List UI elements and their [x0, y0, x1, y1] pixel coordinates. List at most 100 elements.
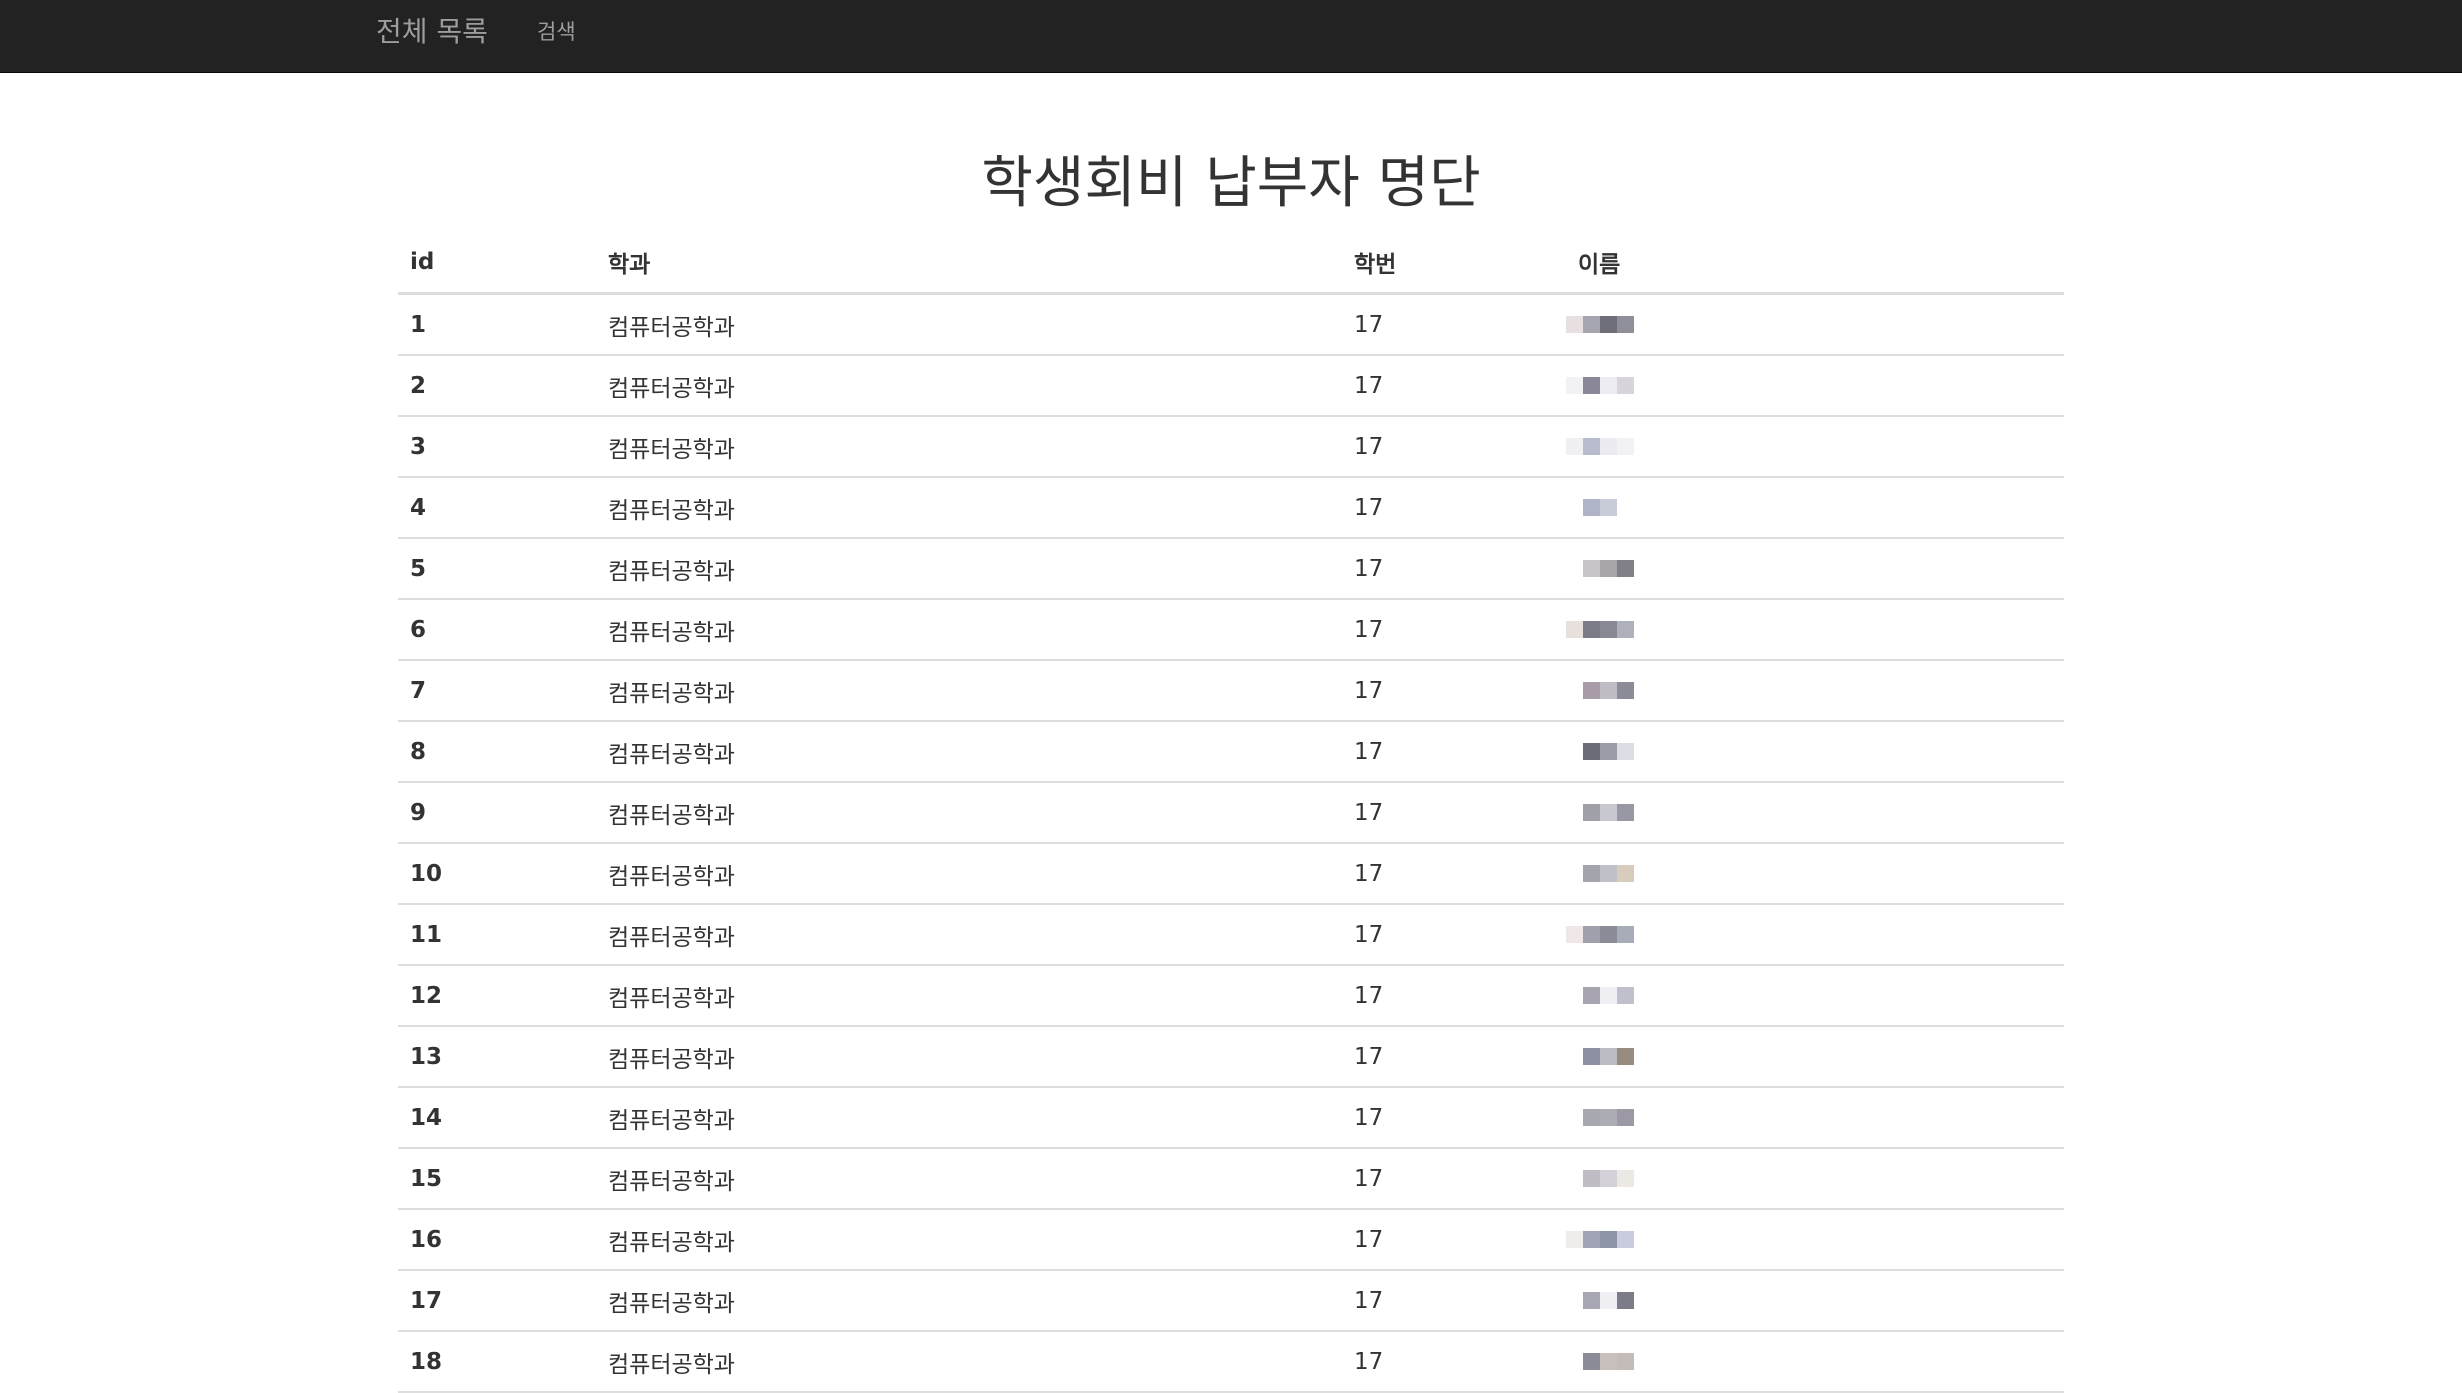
- pixel-block: [1600, 1108, 1617, 1126]
- column-header-department[interactable]: 학과: [596, 232, 1342, 295]
- cell-year: 17: [1342, 1270, 1566, 1332]
- pixelated-name-image: [1566, 1042, 1686, 1072]
- pixel-block: [1600, 1352, 1617, 1370]
- cell-year: 17: [1342, 721, 1566, 783]
- pixel-block: [1600, 437, 1617, 455]
- pixel-block: [1583, 559, 1600, 577]
- table-row[interactable]: 2 컴퓨터공학과 17: [398, 355, 2064, 417]
- pixel-block: [1600, 1047, 1617, 1065]
- table-body: 1 컴퓨터공학과 17 2 컴퓨터공학과 17 3 컴퓨터공학과 17 4 컴퓨터공학과 17 5 컴퓨터…: [398, 293, 2064, 1393]
- pixelated-name-image: [1566, 1103, 1686, 1133]
- cell-name: [1566, 904, 2064, 966]
- cell-id: 15: [398, 1148, 596, 1210]
- cell-name: [1566, 1148, 2064, 1210]
- pixelated-name-image: [1566, 493, 1686, 523]
- pixel-block: [1617, 376, 1634, 394]
- pixel-block: [1566, 1108, 1583, 1126]
- cell-name: [1566, 843, 2064, 905]
- cell-department: 컴퓨터공학과: [596, 1087, 1342, 1149]
- cell-name: [1566, 1270, 2064, 1332]
- pixel-block: [1583, 437, 1600, 455]
- table-row[interactable]: 3 컴퓨터공학과 17: [398, 416, 2064, 478]
- table-row[interactable]: 6 컴퓨터공학과 17: [398, 599, 2064, 661]
- table-row[interactable]: 4 컴퓨터공학과 17: [398, 477, 2064, 539]
- pixel-block: [1617, 864, 1634, 882]
- table-row[interactable]: 10 컴퓨터공학과 17: [398, 843, 2064, 905]
- pixel-block: [1600, 1169, 1617, 1187]
- cell-name: [1566, 965, 2064, 1027]
- pixel-block: [1566, 864, 1583, 882]
- pixel-block: [1566, 498, 1583, 516]
- table-row[interactable]: 14 컴퓨터공학과 17: [398, 1087, 2064, 1149]
- pixel-block: [1600, 986, 1617, 1004]
- cell-name: [1566, 1087, 2064, 1149]
- table-header-row: id 학과 학번 이름: [398, 232, 2064, 295]
- pixel-block: [1600, 742, 1617, 760]
- pixel-block: [1617, 1169, 1634, 1187]
- pixel-block: [1566, 1291, 1583, 1309]
- table-row[interactable]: 17 컴퓨터공학과 17: [398, 1270, 2064, 1332]
- table-row[interactable]: 5 컴퓨터공학과 17: [398, 538, 2064, 600]
- pixelated-name-image: [1566, 676, 1686, 706]
- nav-brand-all-list[interactable]: 전체 목록: [376, 12, 488, 52]
- pixel-block: [1583, 315, 1600, 333]
- pixelated-name-image: [1566, 1225, 1686, 1255]
- cell-department: 컴퓨터공학과: [596, 477, 1342, 539]
- pixel-block: [1600, 559, 1617, 577]
- table-row[interactable]: 11 컴퓨터공학과 17: [398, 904, 2064, 966]
- pixel-block: [1617, 620, 1634, 638]
- cell-year: 17: [1342, 965, 1566, 1027]
- column-header-name[interactable]: 이름: [1566, 232, 2064, 295]
- pixel-block: [1583, 620, 1600, 638]
- pixel-block: [1583, 1291, 1600, 1309]
- pixel-block: [1617, 1108, 1634, 1126]
- column-header-year[interactable]: 학번: [1342, 232, 1566, 295]
- cell-name: [1566, 1209, 2064, 1271]
- cell-id: 9: [398, 782, 596, 844]
- pixel-block: [1617, 1047, 1634, 1065]
- cell-year: 17: [1342, 1148, 1566, 1210]
- cell-year: 17: [1342, 660, 1566, 722]
- column-header-id[interactable]: id: [398, 232, 596, 295]
- cell-department: 컴퓨터공학과: [596, 721, 1342, 783]
- cell-id: 17: [398, 1270, 596, 1332]
- pixel-block: [1617, 1291, 1634, 1309]
- cell-name: [1566, 660, 2064, 722]
- cell-id: 6: [398, 599, 596, 661]
- pixel-block: [1583, 376, 1600, 394]
- pixel-block: [1600, 864, 1617, 882]
- table-row[interactable]: 12 컴퓨터공학과 17: [398, 965, 2064, 1027]
- table-row[interactable]: 18 컴퓨터공학과 17: [398, 1331, 2064, 1393]
- pixel-block: [1583, 1169, 1600, 1187]
- table-row[interactable]: 1 컴퓨터공학과 17: [398, 293, 2064, 356]
- cell-id: 7: [398, 660, 596, 722]
- cell-name: [1566, 477, 2064, 539]
- table-row[interactable]: 7 컴퓨터공학과 17: [398, 660, 2064, 722]
- cell-year: 17: [1342, 904, 1566, 966]
- pixel-block: [1566, 925, 1583, 943]
- table-row[interactable]: 8 컴퓨터공학과 17: [398, 721, 2064, 783]
- cell-name: [1566, 293, 2064, 356]
- pixelated-name-image: [1566, 920, 1686, 950]
- pixelated-name-image: [1566, 981, 1686, 1011]
- cell-department: 컴퓨터공학과: [596, 1209, 1342, 1271]
- table-row[interactable]: 15 컴퓨터공학과 17: [398, 1148, 2064, 1210]
- table-header: id 학과 학번 이름: [398, 232, 2064, 295]
- pixel-block: [1600, 803, 1617, 821]
- pixel-block: [1566, 620, 1583, 638]
- pixel-block: [1617, 559, 1634, 577]
- pixel-block: [1583, 1352, 1600, 1370]
- nav-link-search[interactable]: 검색: [537, 14, 576, 50]
- table-row[interactable]: 13 컴퓨터공학과 17: [398, 1026, 2064, 1088]
- cell-department: 컴퓨터공학과: [596, 538, 1342, 600]
- table-row[interactable]: 16 컴퓨터공학과 17: [398, 1209, 2064, 1271]
- pixel-block: [1583, 864, 1600, 882]
- pixel-block: [1617, 925, 1634, 943]
- pixel-block: [1566, 437, 1583, 455]
- cell-id: 10: [398, 843, 596, 905]
- pixel-block: [1617, 498, 1634, 516]
- table-row[interactable]: 9 컴퓨터공학과 17: [398, 782, 2064, 844]
- pixel-block: [1583, 925, 1600, 943]
- cell-name: [1566, 355, 2064, 417]
- pixel-block: [1566, 1230, 1583, 1248]
